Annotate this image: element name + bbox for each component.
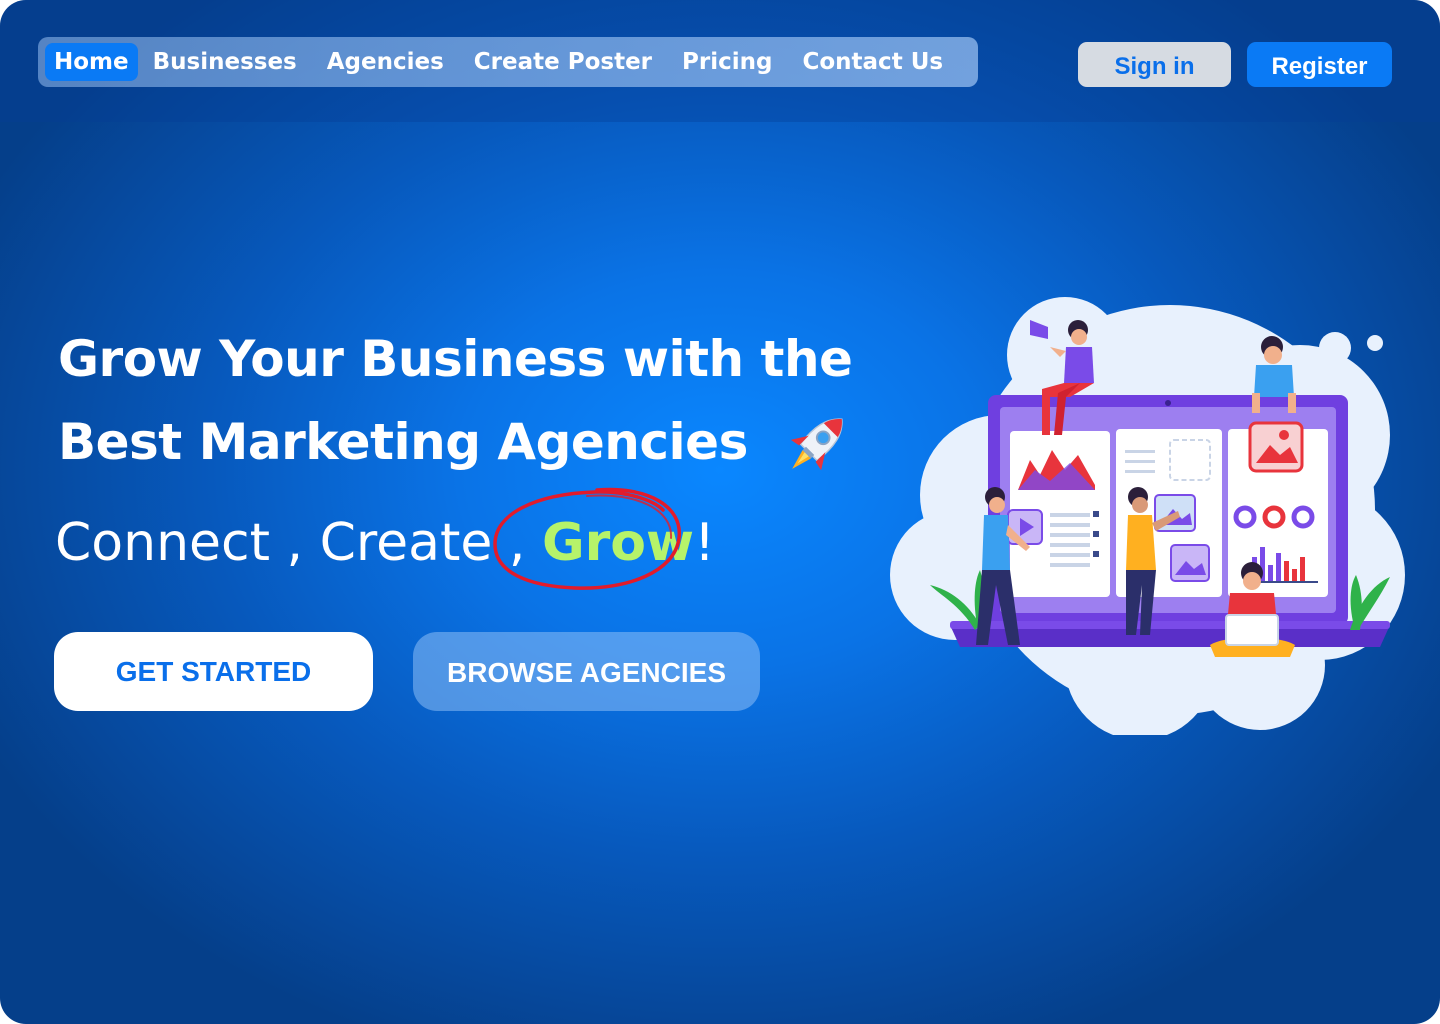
tagline-suffix: ! — [694, 513, 715, 573]
hand-drawn-circle — [493, 487, 681, 590]
nav-item-pricing[interactable]: Pricing — [667, 43, 787, 81]
nav-item-create-poster[interactable]: Create Poster — [459, 43, 667, 81]
nav-item-agencies[interactable]: Agencies — [312, 43, 459, 81]
nav-item-contact-us[interactable]: Contact Us — [787, 43, 958, 81]
rocket-icon — [790, 418, 843, 471]
get-started-button[interactable]: GET STARTED — [54, 632, 373, 711]
sign-in-button[interactable]: Sign in — [1078, 42, 1231, 87]
headline-line-2: Best Marketing Agencies — [58, 413, 748, 471]
page-frame: Home Businesses Agencies Create Poster P… — [0, 0, 1440, 1024]
nav-item-home[interactable]: Home — [45, 43, 138, 81]
nav-item-businesses[interactable]: Businesses — [138, 43, 312, 81]
marketing-team-illustration — [890, 297, 1405, 735]
register-button[interactable]: Register — [1247, 42, 1392, 87]
header-bar: Home Businesses Agencies Create Poster P… — [0, 0, 1440, 122]
main-nav: Home Businesses Agencies Create Poster P… — [38, 37, 978, 87]
headline-line-1: Grow Your Business with the — [58, 330, 853, 388]
browse-agencies-button[interactable]: BROWSE AGENCIES — [413, 632, 760, 711]
tagline-prefix: Connect , Create , — [55, 513, 542, 573]
